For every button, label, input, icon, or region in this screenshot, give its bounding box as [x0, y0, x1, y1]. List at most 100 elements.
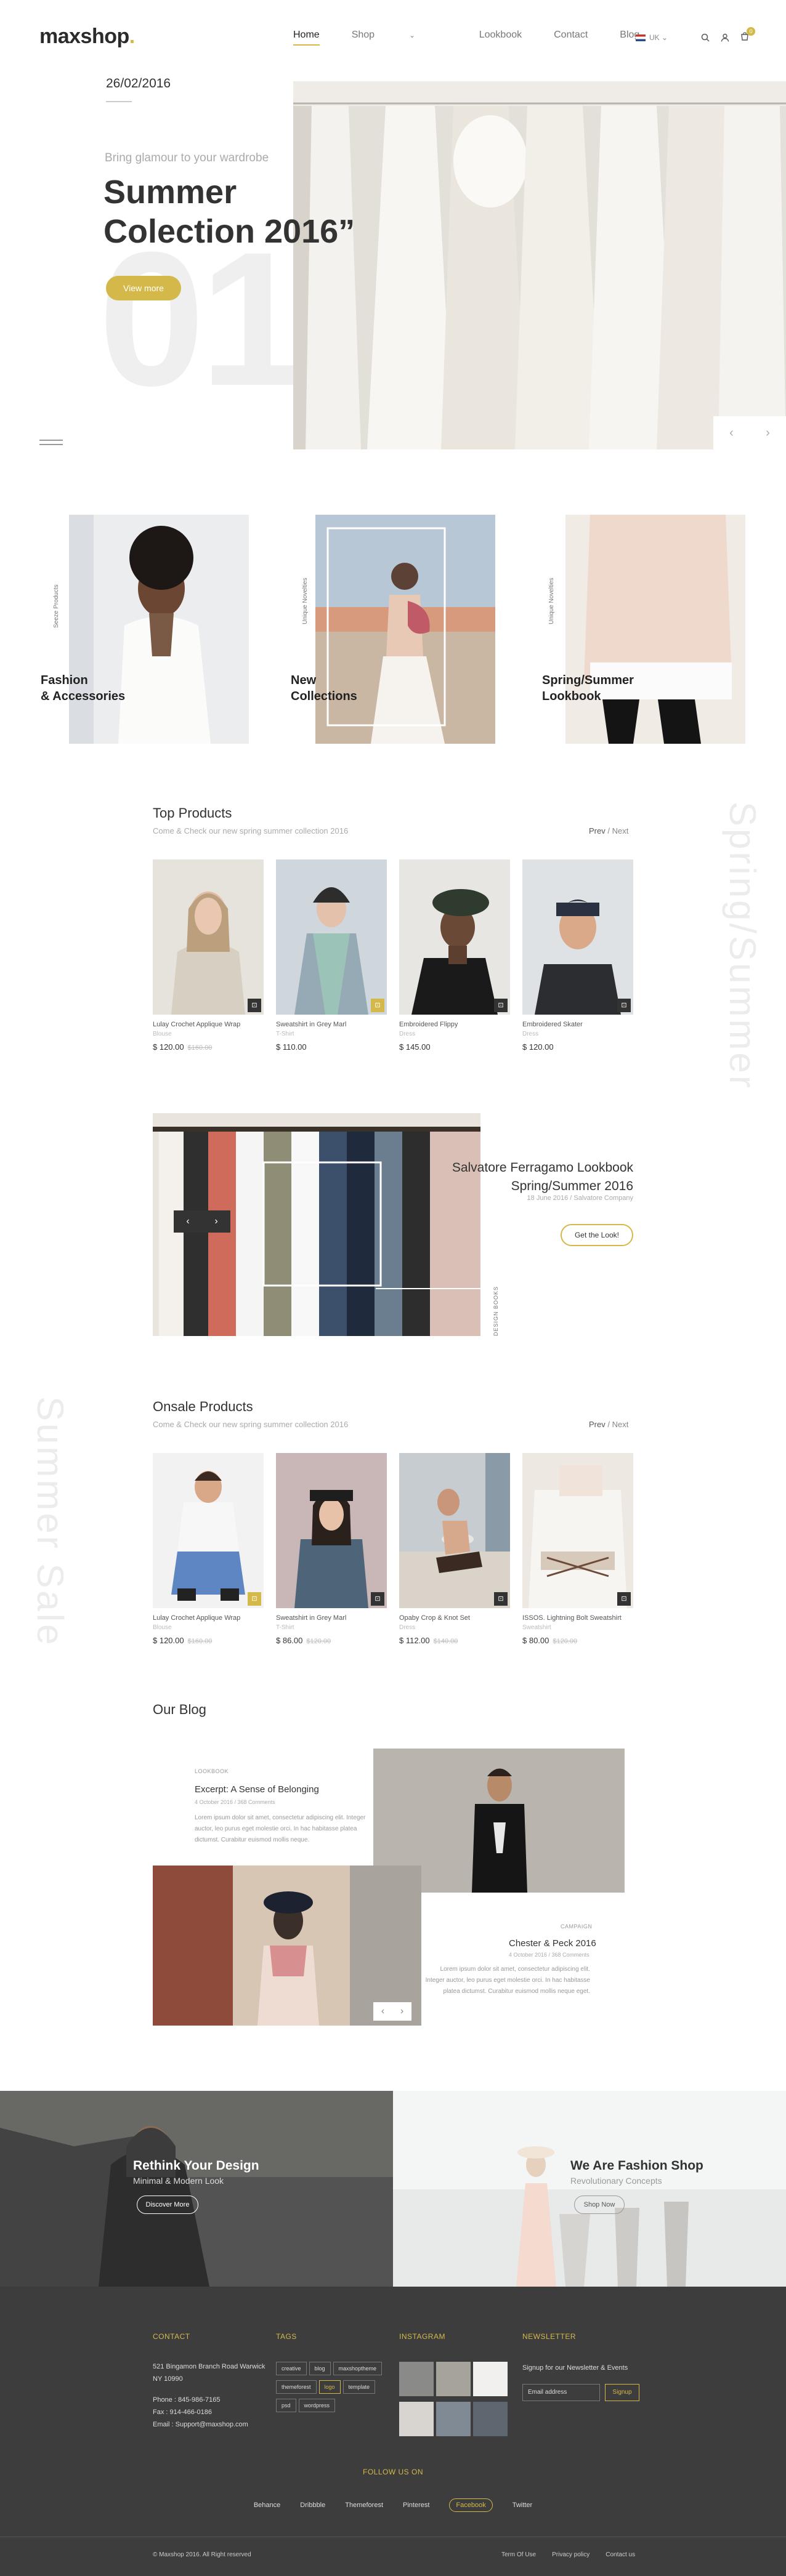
- product-card[interactable]: ⊡ Lulay Crochet Applique Wrap Blouse $ 1…: [153, 859, 264, 1052]
- product-image[interactable]: ⊡: [276, 1453, 387, 1608]
- tag[interactable]: template: [342, 2380, 376, 2394]
- product-card[interactable]: ⊡ Opaby Crop & Knot Set Dress $ 112.00 $1…: [399, 1453, 510, 1645]
- tag[interactable]: logo: [318, 2380, 341, 2394]
- social-link-dribbble[interactable]: Dribbble: [300, 2502, 325, 2509]
- product-image[interactable]: ⊡: [153, 1453, 264, 1608]
- product-name[interactable]: Sweatshirt in Grey Marl: [276, 1021, 387, 1028]
- add-to-cart-icon[interactable]: ⊡: [248, 1592, 261, 1606]
- next-arrow-icon[interactable]: ›: [202, 1210, 230, 1233]
- social-link-pinterest[interactable]: Pinterest: [403, 2502, 429, 2509]
- prev-arrow-icon[interactable]: ‹: [174, 1210, 202, 1233]
- product-card[interactable]: ⊡ Sweatshirt in Grey Marl T-Shirt $ 110.…: [276, 859, 387, 1052]
- blog-slider-nav: ‹ ›: [373, 2002, 411, 2021]
- nav-contact[interactable]: Contact: [554, 30, 588, 46]
- tag[interactable]: wordpress: [298, 2399, 336, 2412]
- product-card[interactable]: ⊡ Embroidered Flippy Dress $ 145.00: [399, 859, 510, 1052]
- add-to-cart-icon[interactable]: ⊡: [494, 999, 508, 1012]
- instagram-photo[interactable]: [436, 2402, 471, 2436]
- category-new-image[interactable]: [315, 515, 495, 744]
- tag[interactable]: creative: [276, 2362, 307, 2375]
- add-to-cart-icon[interactable]: ⊡: [248, 999, 261, 1012]
- social-link-themeforest[interactable]: Themeforest: [345, 2502, 383, 2509]
- view-more-button[interactable]: View more: [106, 276, 181, 300]
- category-fashion-image[interactable]: [69, 515, 249, 744]
- prev-link[interactable]: Prev: [589, 1420, 606, 1429]
- prev-arrow-icon[interactable]: ‹: [713, 416, 750, 449]
- blog-post-image[interactable]: [153, 1866, 421, 2026]
- newsletter-email-input[interactable]: Email address: [522, 2384, 600, 2401]
- user-icon[interactable]: [721, 33, 729, 42]
- language-selector[interactable]: UK ⌄: [636, 33, 668, 42]
- email-text[interactable]: Email : Support@maxshop.com: [153, 2418, 276, 2431]
- search-icon[interactable]: [701, 33, 710, 42]
- shop-now-button[interactable]: Shop Now: [574, 2196, 625, 2214]
- instagram-photo[interactable]: [436, 2362, 471, 2396]
- privacy-link[interactable]: Privacy policy: [552, 2551, 590, 2558]
- instagram-photo[interactable]: [399, 2402, 434, 2436]
- tag[interactable]: blog: [309, 2362, 331, 2375]
- product-card[interactable]: ⊡ ISSOS. Lightning Bolt Sweatshirt Sweat…: [522, 1453, 633, 1645]
- nav-shop[interactable]: Shop ⌄: [352, 30, 447, 46]
- product-card[interactable]: ⊡ Lulay Crochet Applique Wrap Blouse $ 1…: [153, 1453, 264, 1645]
- blog-post-title[interactable]: Chester & Peck 2016: [509, 1938, 596, 1949]
- tag[interactable]: maxshoptheme: [333, 2362, 383, 2375]
- prev-arrow-icon[interactable]: ‹: [373, 2002, 392, 2021]
- nav-home[interactable]: Home: [293, 30, 320, 46]
- product-name[interactable]: Lulay Crochet Applique Wrap: [153, 1021, 264, 1028]
- instagram-photo[interactable]: [473, 2362, 508, 2396]
- product-image[interactable]: ⊡: [399, 859, 510, 1015]
- product-name[interactable]: Sweatshirt in Grey Marl: [276, 1614, 387, 1622]
- category-label-line: Lookbook: [542, 690, 601, 703]
- blog-post-category: CAMPAIGN: [561, 1923, 593, 1930]
- footer-tags-heading: TAGS: [276, 2332, 297, 2341]
- product-image[interactable]: ⊡: [153, 859, 264, 1015]
- product-image[interactable]: ⊡: [399, 1453, 510, 1608]
- category-label-fashion[interactable]: Fashion & Accessories: [41, 672, 125, 704]
- logo[interactable]: maxshop.: [39, 25, 135, 49]
- instagram-photo[interactable]: [473, 2402, 508, 2436]
- product-card[interactable]: ⊡ Sweatshirt in Grey Marl T-Shirt $ 86.0…: [276, 1453, 387, 1645]
- menu-lines-icon[interactable]: [39, 440, 63, 448]
- signup-button[interactable]: Signup: [605, 2384, 639, 2401]
- next-link[interactable]: Next: [612, 826, 629, 835]
- blog-post-title[interactable]: Excerpt: A Sense of Belonging: [195, 1784, 319, 1795]
- add-to-cart-icon[interactable]: ⊡: [617, 1592, 631, 1606]
- social-link-behance[interactable]: Behance: [254, 2502, 280, 2509]
- add-to-cart-icon[interactable]: ⊡: [371, 999, 384, 1012]
- product-card[interactable]: ⊡ Embroidered Skater Dress $ 120.00: [522, 859, 633, 1052]
- social-link-facebook[interactable]: Facebook: [449, 2498, 493, 2512]
- promo-left-banner[interactable]: [0, 2091, 393, 2287]
- get-the-look-button[interactable]: Get the Look!: [561, 1224, 633, 1246]
- contact-link[interactable]: Contact us: [606, 2551, 635, 2558]
- next-arrow-icon[interactable]: ›: [392, 2002, 411, 2021]
- tag[interactable]: themeforest: [276, 2380, 317, 2394]
- prev-link[interactable]: Prev: [589, 826, 606, 835]
- category-spring-image[interactable]: [565, 515, 745, 744]
- add-to-cart-icon[interactable]: ⊡: [617, 999, 631, 1012]
- product-image[interactable]: ⊡: [276, 859, 387, 1015]
- next-link[interactable]: Next: [612, 1420, 629, 1429]
- discover-more-button[interactable]: Discover More: [137, 2196, 198, 2214]
- product-image[interactable]: ⊡: [522, 1453, 633, 1608]
- cart-button[interactable]: 0: [740, 27, 756, 42]
- social-link-twitter[interactable]: Twitter: [513, 2502, 532, 2509]
- nav-lookbook[interactable]: Lookbook: [479, 30, 522, 46]
- category-label-new[interactable]: New Collections: [291, 672, 357, 704]
- instagram-photo[interactable]: [399, 2362, 434, 2396]
- tag[interactable]: psd: [276, 2399, 296, 2412]
- product-image[interactable]: ⊡: [522, 859, 633, 1015]
- add-to-cart-icon[interactable]: ⊡: [494, 1592, 508, 1606]
- category-label-spring[interactable]: Spring/Summer Lookbook: [542, 672, 634, 704]
- terms-link[interactable]: Term Of Use: [501, 2551, 536, 2558]
- product-name[interactable]: Embroidered Skater: [522, 1021, 633, 1028]
- product-name[interactable]: Opaby Crop & Knot Set: [399, 1614, 510, 1622]
- add-to-cart-icon[interactable]: ⊡: [371, 1592, 384, 1606]
- product-name[interactable]: Embroidered Flippy: [399, 1021, 510, 1028]
- product-price: $ 120.00: [522, 1042, 633, 1052]
- address-line: 521 Bingamon Branch Road Warwick: [153, 2363, 265, 2370]
- phone-text: Phone : 845-986-7165: [153, 2396, 221, 2404]
- product-name[interactable]: Lulay Crochet Applique Wrap: [153, 1614, 264, 1622]
- promo-right-banner[interactable]: [393, 2091, 786, 2287]
- product-name[interactable]: ISSOS. Lightning Bolt Sweatshirt: [522, 1614, 633, 1622]
- next-arrow-icon[interactable]: ›: [750, 416, 786, 449]
